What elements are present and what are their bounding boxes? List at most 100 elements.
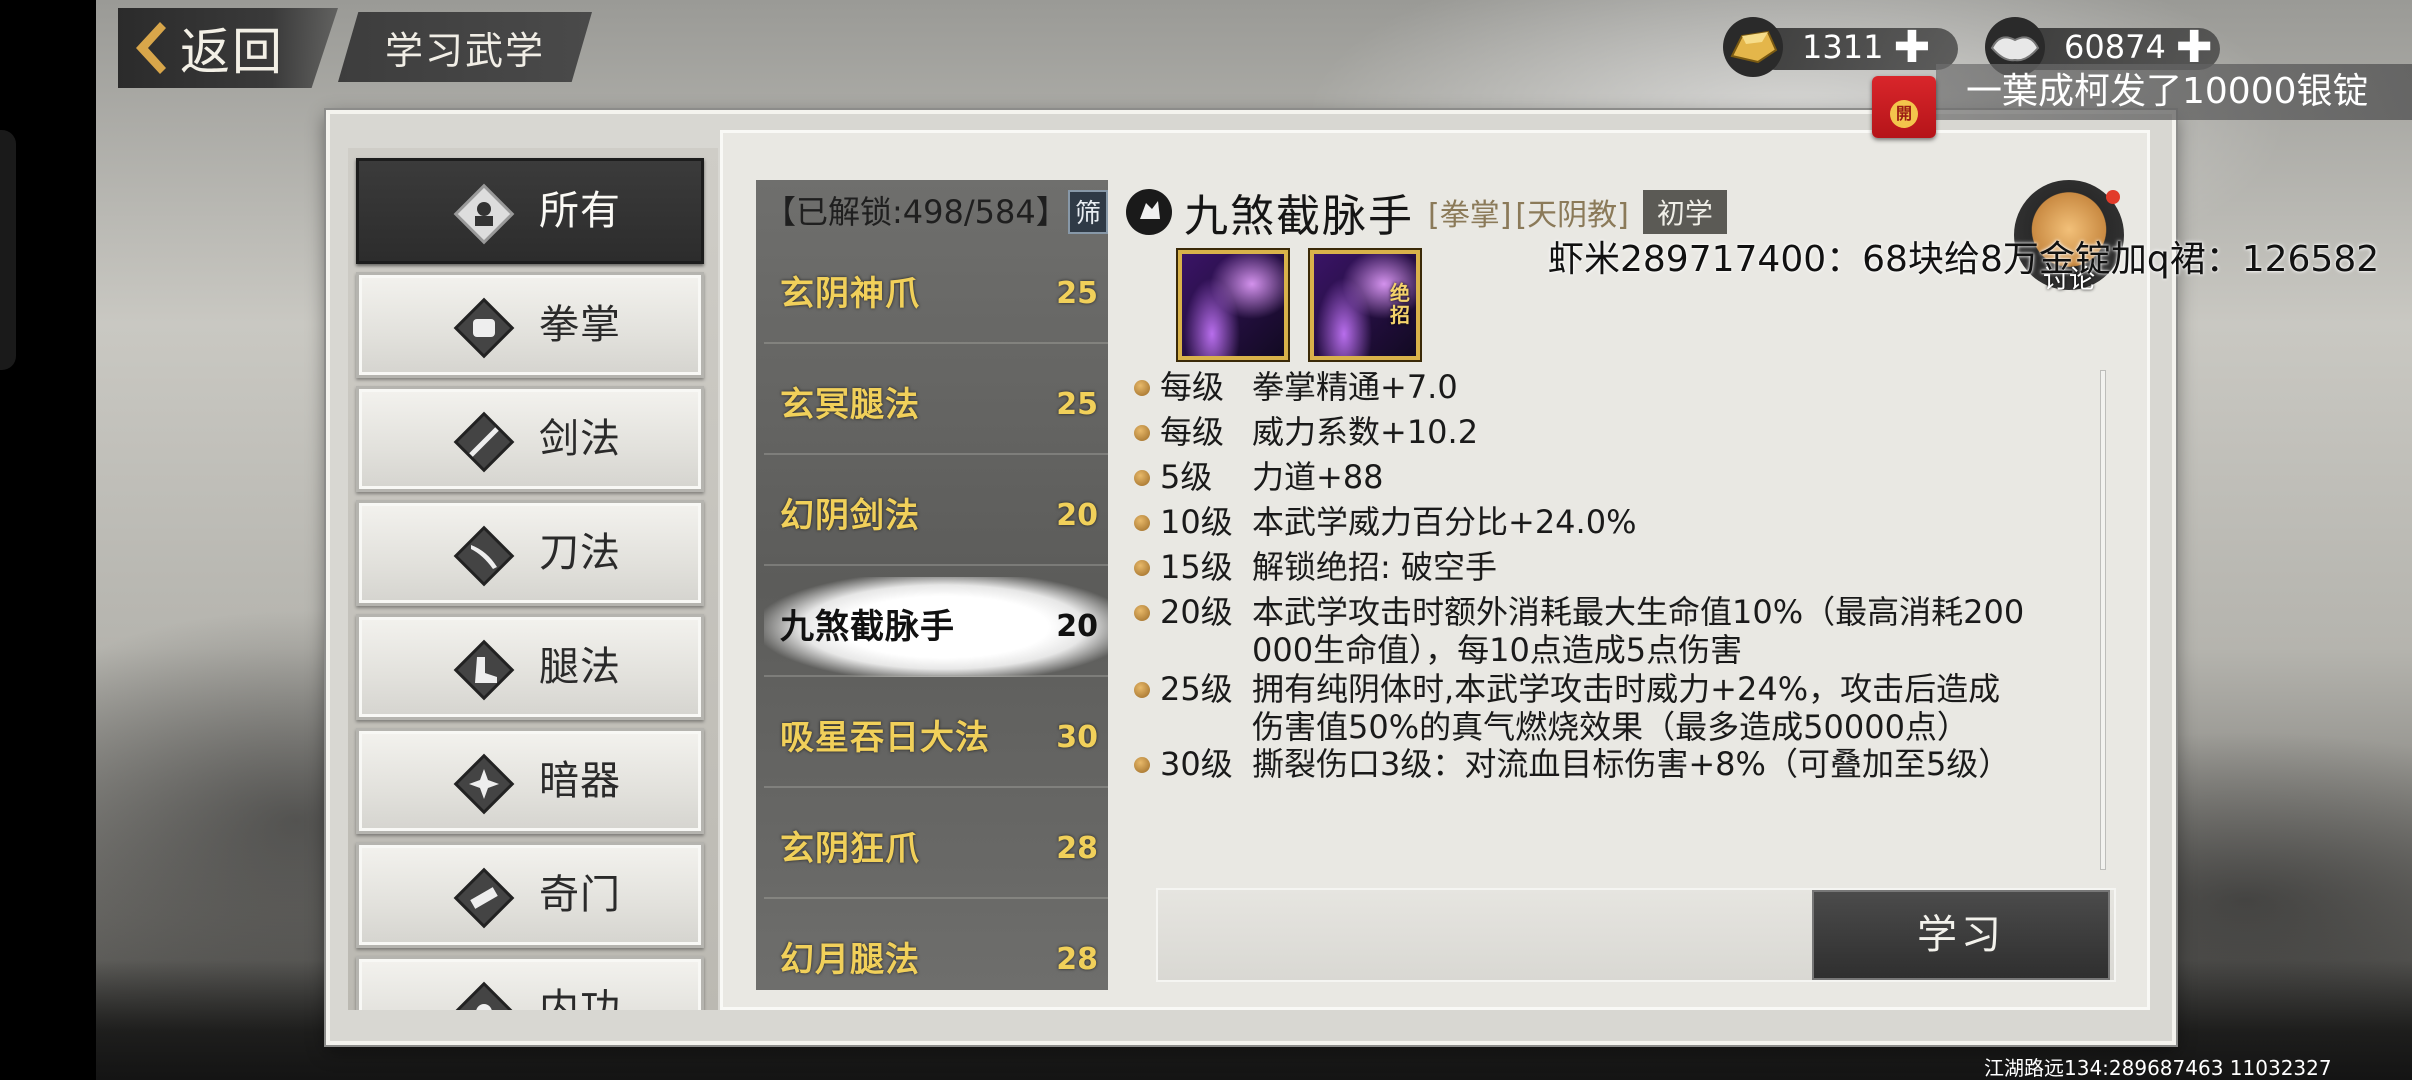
effect-desc: 本武学攻击时额外消耗最大生命值10%（最高消耗200 000生命值），每10点造…: [1252, 593, 2025, 669]
bullet-icon: [1134, 682, 1150, 698]
category-leg[interactable]: 腿法: [356, 614, 704, 720]
claw-icon: [1182, 254, 1284, 356]
filter-button[interactable]: 筛: [1068, 190, 1108, 234]
effect-desc: 拥有纯阴体时,本武学攻击时威力+24%，攻击后造成 伤害值50%的真气燃烧效果（…: [1252, 670, 2001, 746]
back-button[interactable]: 返回: [118, 8, 338, 88]
ultimate-skill-icon[interactable]: 绝招: [1310, 250, 1420, 360]
effect-desc: 本武学威力百分比+24.0%: [1252, 503, 1637, 541]
category-fist[interactable]: 拳掌: [356, 272, 704, 378]
gold-value: 1311: [1802, 28, 1884, 66]
blade-icon: [453, 525, 515, 587]
category-sidebar: 所有 拳掌 剑法 刀法 腿法 暗器 奇门 内功: [348, 148, 718, 1010]
skill-name: 玄阴狂爪: [780, 829, 920, 869]
bullet-icon: [1134, 425, 1150, 441]
bullet-icon: [1134, 515, 1150, 531]
skill-icon[interactable]: [1178, 250, 1288, 360]
inner-icon: [453, 981, 515, 1010]
skill-list-item[interactable]: 玄冥腿法 25: [764, 355, 1108, 455]
effect-desc: 力道+88: [1252, 458, 1384, 496]
broadcast-banner: 一葉成柯发了10000银锭: [1936, 64, 2412, 120]
fist-icon: [1126, 189, 1172, 235]
boot-icon: [453, 639, 515, 701]
chat-overlay-message: 虾米289717400：68块给8万金锭加q裙：126582: [1548, 239, 2380, 280]
skill-name: 玄阴神爪: [780, 274, 920, 314]
ultimate-label: 绝招: [1390, 281, 1410, 327]
red-packet-button[interactable]: 開: [1872, 76, 1936, 138]
device-notch: [0, 130, 16, 370]
skill-type-tag: [拳掌]: [1428, 198, 1512, 233]
effect-level: 20级: [1160, 593, 1233, 631]
category-blade[interactable]: 刀法: [356, 500, 704, 606]
unlock-text: 【已解锁:498/584】: [764, 193, 1068, 231]
category-label: 刀法: [539, 530, 621, 576]
bullet-icon: [1134, 757, 1150, 773]
bullet-icon: [1134, 470, 1150, 486]
player-id-watermark: 江湖路远134:289687463 11032327: [1984, 1056, 2332, 1080]
learn-button[interactable]: 学习: [1812, 890, 2110, 980]
skill-level: 28: [1056, 831, 1098, 866]
skill-list-item[interactable]: 幻阴剑法 20: [764, 466, 1108, 566]
effect-desc: 解锁绝招: 破空手: [1252, 548, 1497, 586]
skill-list-item[interactable]: 幻月腿法 28: [764, 910, 1108, 1010]
category-label: 暗器: [539, 758, 621, 804]
skill-level: 25: [1056, 387, 1098, 422]
effect-desc: 拳掌精通+7.0: [1252, 368, 1458, 406]
category-sword[interactable]: 剑法: [356, 386, 704, 492]
effect-desc: 威力系数+10.2: [1252, 413, 1479, 451]
skill-effects-list: 每级 拳掌精通+7.0 每级 威力系数+10.2 5级 力道+88 10级 本武…: [1126, 364, 2096, 804]
skill-list-item[interactable]: 吸星吞日大法 30: [764, 688, 1108, 788]
skill-level: 30: [1056, 720, 1098, 755]
skill-rank-badge: 初学: [1642, 190, 1727, 234]
effect-desc: 撕裂伤口3级：对流血目标伤害+8%（可叠加至5级）: [1252, 745, 2011, 783]
effect-level: 30级: [1160, 745, 1233, 783]
skill-list-item[interactable]: 玄阴神爪 25: [764, 244, 1108, 344]
effect-level: 每级: [1160, 368, 1225, 406]
category-label: 内功: [539, 986, 621, 1010]
effects-scrollbar[interactable]: [2100, 370, 2106, 870]
skill-list-item-selected[interactable]: 九煞截脉手 20: [764, 577, 1108, 677]
device-left-bar: [0, 0, 96, 1080]
skill-name: 玄冥腿法: [780, 385, 920, 425]
category-special[interactable]: 奇门: [356, 842, 704, 948]
skill-level: 25: [1056, 276, 1098, 311]
skill-name: 九煞截脉手: [780, 607, 955, 647]
category-label: 腿法: [539, 644, 621, 690]
fist-icon: [453, 297, 515, 359]
category-label: 奇门: [539, 872, 621, 918]
category-inner[interactable]: 内功: [356, 956, 704, 1010]
bullet-icon: [1134, 605, 1150, 621]
skill-title: 九煞截脉手: [1184, 191, 1414, 242]
silver-value: 60874: [2064, 28, 2166, 66]
effect-level: 25级: [1160, 670, 1233, 708]
effect-level: 15级: [1160, 548, 1233, 586]
shuriken-icon: [453, 753, 515, 815]
chevron-left-icon: [136, 22, 166, 74]
page-title: 学习武学: [338, 12, 592, 82]
skill-name: 幻阴剑法: [780, 496, 920, 536]
add-gold-button[interactable]: ✚: [1893, 22, 1930, 73]
skill-name: 幻月腿法: [780, 940, 920, 980]
skill-level: 20: [1056, 609, 1098, 644]
gold-currency: 1311 ✚: [1718, 14, 1958, 80]
bullet-icon: [1134, 560, 1150, 576]
category-label: 剑法: [539, 416, 621, 462]
effect-level: 10级: [1160, 503, 1233, 541]
skill-level: 28: [1056, 942, 1098, 977]
category-label: 拳掌: [539, 302, 621, 348]
effect-level: 每级: [1160, 413, 1225, 451]
bullet-icon: [1134, 380, 1150, 396]
category-all[interactable]: 所有: [356, 158, 704, 264]
effect-level: 5级: [1160, 458, 1213, 496]
category-label: 所有: [539, 188, 621, 234]
skill-level: 20: [1056, 498, 1098, 533]
sword-icon: [453, 411, 515, 473]
gold-ingot-icon: [1723, 17, 1783, 77]
unlock-counter: 【已解锁:498/584】: [764, 184, 1108, 236]
category-hidden-weapon[interactable]: 暗器: [356, 728, 704, 834]
skill-sect-tag: [天阴教]: [1515, 198, 1629, 233]
all-icon: [453, 183, 515, 245]
scroll-icon: [453, 867, 515, 929]
back-label: 返回: [180, 23, 284, 81]
skill-name: 吸星吞日大法: [780, 718, 990, 758]
skill-list-item[interactable]: 玄阴狂爪 28: [764, 799, 1108, 899]
